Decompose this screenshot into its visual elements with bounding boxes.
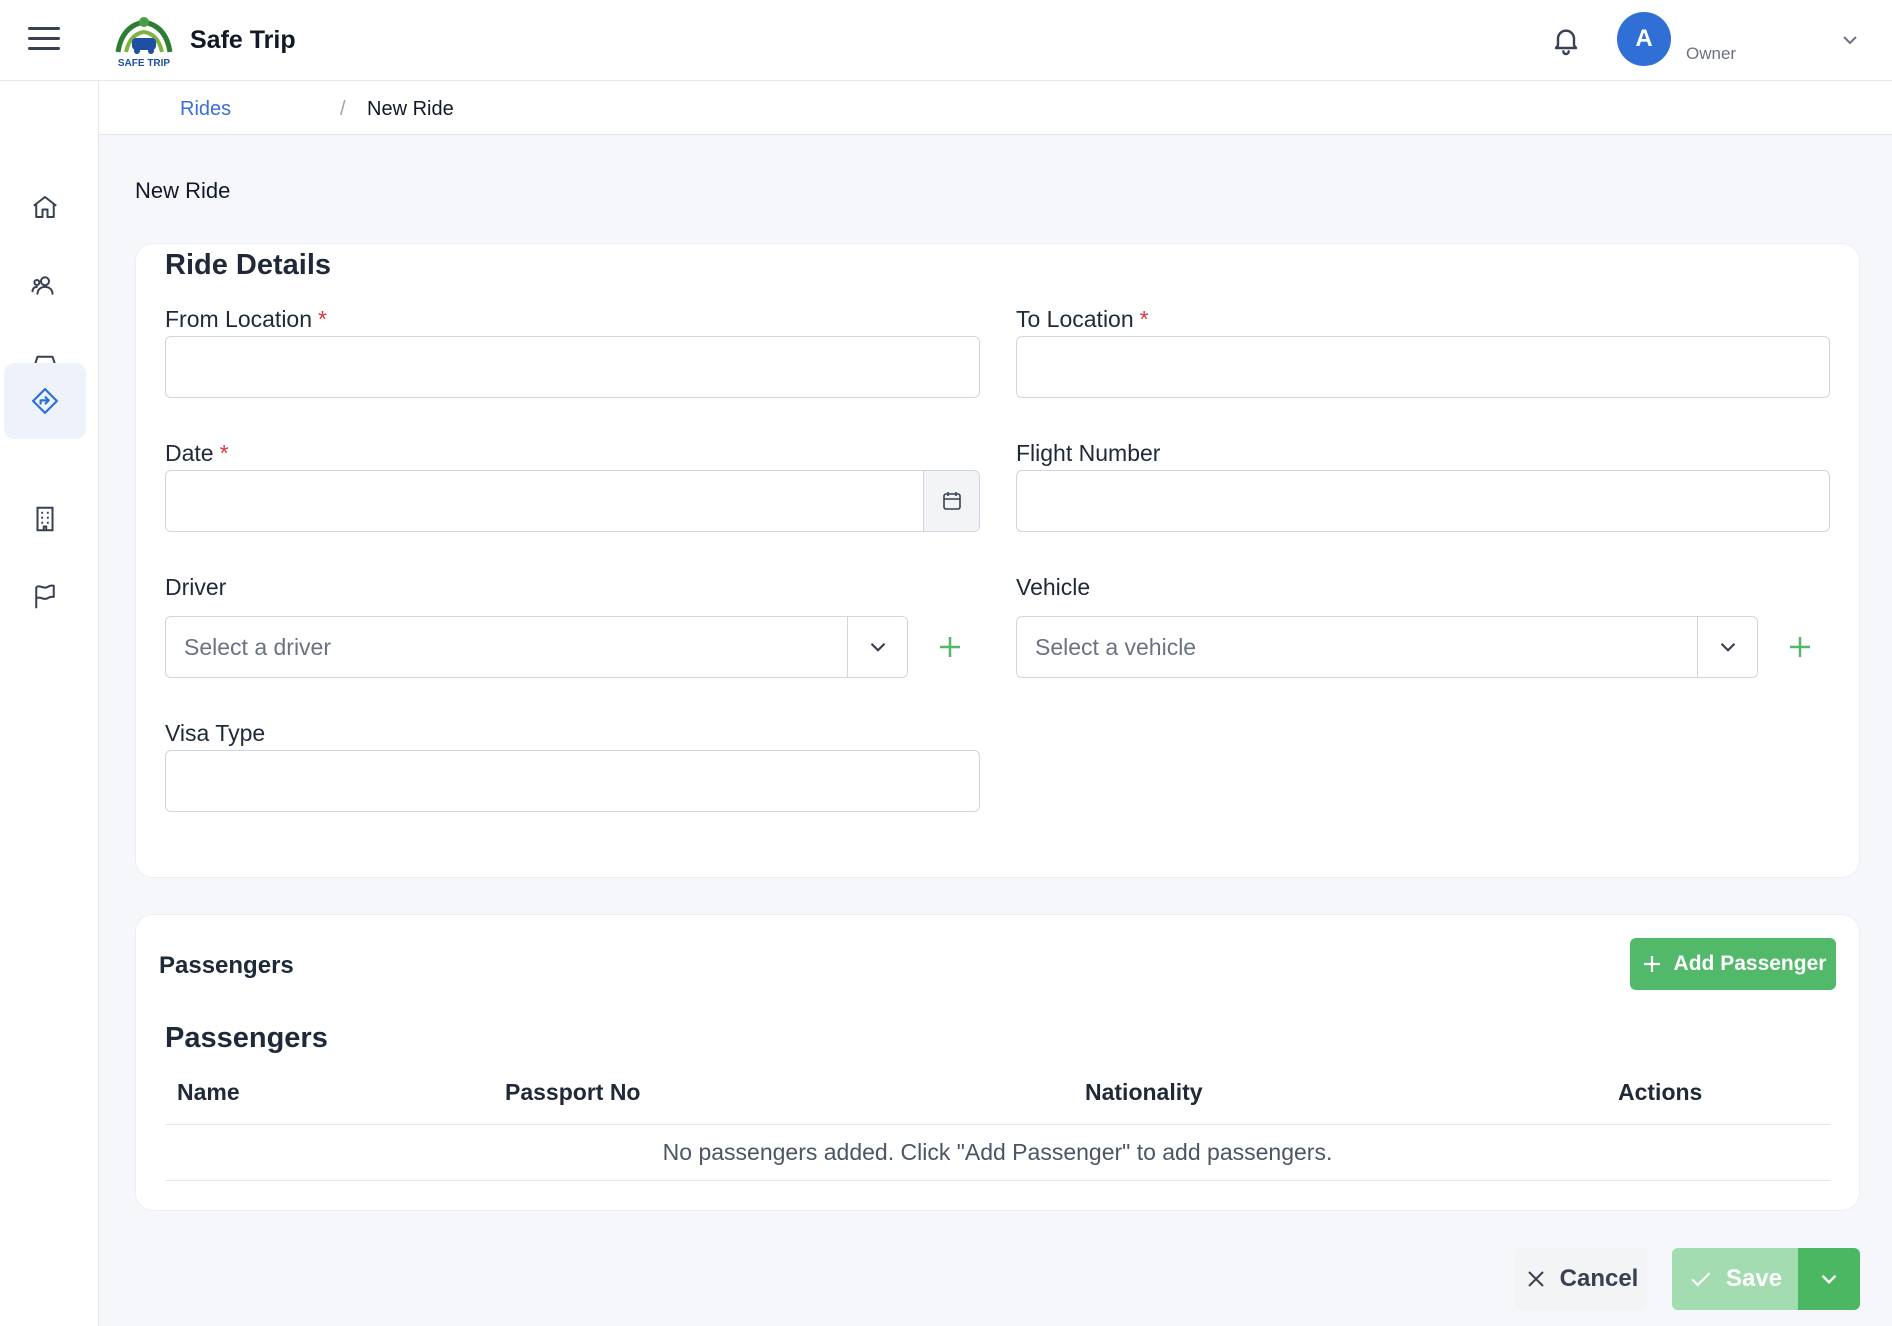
user-avatar[interactable]: A bbox=[1617, 12, 1671, 66]
passengers-table-title: Passengers bbox=[165, 1022, 328, 1054]
flight-number-label: Flight Number bbox=[1016, 440, 1161, 466]
column-header-passport: Passport No bbox=[505, 1079, 641, 1105]
logo-text: SAFE TRIP bbox=[118, 58, 171, 68]
column-header-name: Name bbox=[177, 1079, 240, 1105]
calendar-icon[interactable] bbox=[923, 471, 979, 531]
driver-select[interactable]: Select a driver bbox=[165, 616, 908, 678]
column-header-nationality: Nationality bbox=[1085, 1079, 1203, 1105]
add-vehicle-icon[interactable] bbox=[1780, 627, 1820, 667]
cancel-label: Cancel bbox=[1559, 1265, 1639, 1292]
add-passenger-button[interactable]: Add Passenger bbox=[1630, 938, 1836, 990]
date-field bbox=[165, 470, 980, 532]
save-button-group: Save bbox=[1672, 1248, 1860, 1310]
to-location-input[interactable] bbox=[1016, 336, 1830, 398]
add-driver-icon[interactable] bbox=[930, 627, 970, 667]
brand-logo[interactable]: SAFE TRIP bbox=[108, 12, 180, 69]
sidebar-item-buildings[interactable] bbox=[4, 481, 86, 557]
date-input[interactable] bbox=[166, 471, 923, 531]
driver-select-placeholder: Select a driver bbox=[184, 633, 332, 660]
sidebar-item-reports[interactable] bbox=[4, 559, 86, 635]
save-options-chevron-icon[interactable] bbox=[1798, 1248, 1860, 1310]
chevron-down-icon[interactable] bbox=[847, 617, 907, 677]
close-icon bbox=[1527, 1271, 1544, 1287]
home-icon bbox=[33, 196, 57, 218]
breadcrumb-current: New Ride bbox=[367, 98, 454, 120]
route-icon bbox=[32, 388, 58, 414]
table-empty-message: No passengers added. Click "Add Passenge… bbox=[165, 1125, 1830, 1181]
vehicle-select[interactable]: Select a vehicle bbox=[1016, 616, 1758, 678]
date-label: Date * bbox=[165, 440, 229, 466]
plus-icon bbox=[1643, 956, 1660, 972]
driver-label: Driver bbox=[165, 574, 227, 600]
save-label: Save bbox=[1725, 1265, 1783, 1292]
to-location-label: To Location * bbox=[1016, 306, 1149, 332]
chevron-down-icon[interactable] bbox=[1697, 617, 1757, 677]
sidebar-item-rides[interactable] bbox=[4, 363, 86, 439]
ride-details-title: Ride Details bbox=[165, 249, 331, 281]
from-location-input[interactable] bbox=[165, 336, 980, 398]
check-icon bbox=[1691, 1272, 1711, 1287]
column-header-actions: Actions bbox=[1618, 1079, 1703, 1105]
breadcrumb-separator: / bbox=[340, 98, 346, 120]
menu-toggle-icon[interactable] bbox=[28, 27, 60, 51]
breadcrumb-rides-link[interactable]: Rides bbox=[180, 98, 231, 121]
vehicle-select-placeholder: Select a vehicle bbox=[1035, 633, 1197, 660]
visa-type-input[interactable] bbox=[165, 750, 980, 812]
flight-number-input[interactable] bbox=[1016, 470, 1830, 532]
page-title: New Ride bbox=[135, 178, 231, 203]
visa-type-label: Visa Type bbox=[165, 720, 266, 746]
from-location-label: From Location * bbox=[165, 306, 327, 332]
sidebar bbox=[0, 81, 99, 1326]
brand-name: Safe Trip bbox=[190, 26, 296, 54]
save-button[interactable]: Save bbox=[1672, 1248, 1798, 1310]
add-passenger-label: Add Passenger bbox=[1673, 952, 1827, 975]
building-icon bbox=[36, 506, 54, 532]
bell-icon[interactable] bbox=[1550, 24, 1582, 56]
breadcrumb: Rides / New Ride bbox=[99, 81, 1892, 135]
sidebar-item-users[interactable] bbox=[4, 247, 86, 323]
flag-icon bbox=[35, 584, 55, 609]
top-header: SAFE TRIP Safe Trip A Owner bbox=[0, 0, 1892, 81]
users-icon bbox=[31, 276, 54, 295]
chevron-down-icon[interactable] bbox=[1838, 28, 1862, 52]
cancel-button[interactable]: Cancel bbox=[1515, 1248, 1647, 1310]
user-role: Owner bbox=[1686, 44, 1737, 63]
sidebar-item-home[interactable] bbox=[4, 169, 86, 245]
passengers-header: Passengers bbox=[159, 952, 294, 979]
vehicle-label: Vehicle bbox=[1016, 574, 1091, 600]
